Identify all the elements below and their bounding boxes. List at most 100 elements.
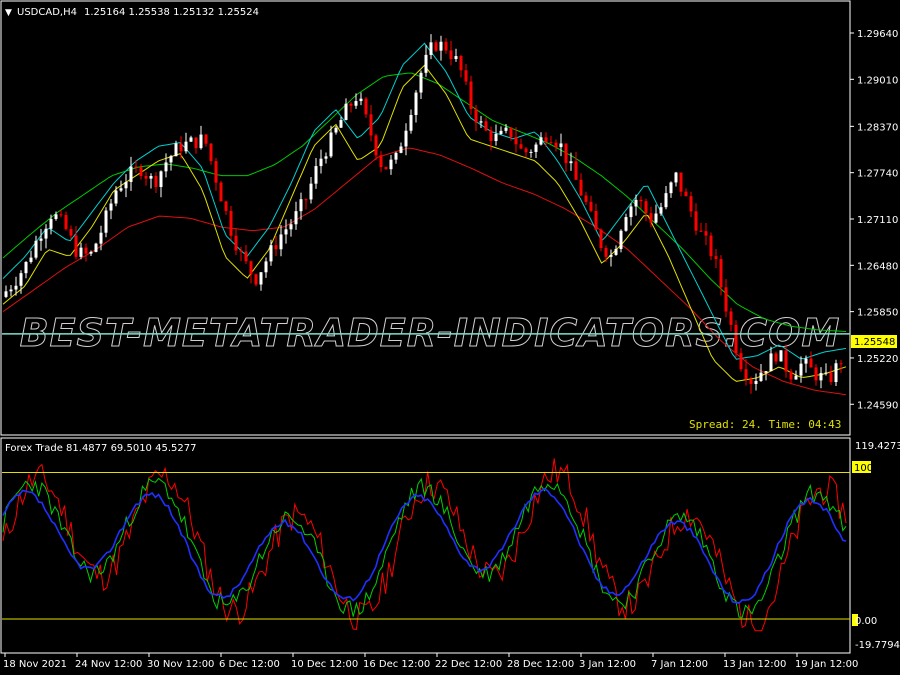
bear-candle <box>734 324 738 354</box>
price-tick-label: 1.27110 <box>857 215 898 226</box>
bull-candle <box>779 350 783 362</box>
bull-candle <box>634 199 638 207</box>
bear-candle <box>214 161 218 183</box>
bear-candle <box>59 214 63 216</box>
bear-candle <box>729 311 733 325</box>
bull-candle <box>354 101 358 106</box>
bear-candle <box>584 195 588 202</box>
oscillator-lines <box>2 458 847 632</box>
bear-candle <box>604 248 608 257</box>
bear-candle <box>744 369 748 380</box>
bear-candle <box>809 358 813 368</box>
bull-candle <box>24 261 28 274</box>
bear-candle <box>229 210 233 236</box>
bull-candle <box>269 245 273 262</box>
bear-candle <box>554 142 558 148</box>
bull-candle <box>794 375 798 380</box>
bear-candle <box>579 179 583 196</box>
bull-candle <box>624 217 628 231</box>
price-tick-label: 1.24590 <box>857 400 898 411</box>
bull-candle <box>824 372 828 374</box>
bull-candle <box>29 257 33 262</box>
bear-candle <box>444 41 448 51</box>
bull-candle <box>39 238 43 241</box>
bear-candle <box>209 143 213 162</box>
bull-candle <box>314 166 318 184</box>
bull-candle <box>174 143 178 157</box>
bull-candle <box>609 254 613 257</box>
bear-candle <box>154 175 158 188</box>
watermark-layer: BEST-METATRADER-INDICATORS.COM <box>19 311 840 356</box>
bull-candle <box>259 272 263 285</box>
bear-candle <box>784 350 788 372</box>
bull-candle <box>104 210 108 233</box>
bull-candle <box>149 175 153 179</box>
bull-candle <box>284 229 288 235</box>
time-tick-label: 19 Jan 12:00 <box>795 659 858 670</box>
bull-candle <box>329 132 333 157</box>
bull-candle <box>629 206 633 218</box>
bull-candle <box>399 146 403 153</box>
bull-candle <box>409 114 413 131</box>
bear-candle <box>84 247 88 254</box>
bull-candle <box>414 92 418 115</box>
bull-candle <box>109 203 113 211</box>
bear-candle <box>589 201 593 211</box>
bull-candle <box>389 159 393 170</box>
bear-candle <box>774 353 778 362</box>
bear-candle <box>719 259 723 288</box>
time-tick-label: 22 Dec 12:00 <box>435 659 502 670</box>
bull-candle <box>754 380 758 384</box>
bear-candle <box>349 103 353 106</box>
bull-candle <box>89 251 93 254</box>
bear-candle <box>489 130 493 141</box>
bear-candle <box>739 353 743 370</box>
bear-candle <box>139 167 143 176</box>
bull-candle <box>44 228 48 239</box>
bull-candle <box>294 211 298 225</box>
bull-candle <box>339 120 343 128</box>
bear-candle <box>434 42 438 51</box>
bear-candle <box>544 137 548 143</box>
bull-candle <box>99 232 103 244</box>
price-tick-label: 1.28370 <box>857 122 898 133</box>
bull-candle <box>799 363 803 376</box>
bear-candle <box>474 108 478 123</box>
bear-candle <box>459 56 463 71</box>
chart-menu-arrow-icon[interactable]: ▼ <box>5 8 12 18</box>
bull-candle <box>169 156 173 163</box>
time-tick-label: 3 Jan 12:00 <box>579 659 636 670</box>
chart-canvas[interactable]: BEST-METATRADER-INDICATORS.COM 1.29640 1.… <box>0 0 900 675</box>
bull-candle <box>539 137 543 145</box>
bear-candle <box>244 251 248 262</box>
bear-candle <box>679 172 683 192</box>
current-price-value: 1.25548 <box>854 337 895 348</box>
bear-candle <box>574 161 578 180</box>
bull-candle <box>769 353 773 372</box>
bull-candle <box>674 172 678 183</box>
bull-candle <box>529 151 533 153</box>
ma-green-line <box>2 72 847 332</box>
bear-candle <box>564 143 568 164</box>
bull-candle <box>494 133 498 141</box>
bull-candle <box>264 261 268 273</box>
bear-candle <box>304 199 308 201</box>
mt4-chart-window[interactable]: BEST-METATRADER-INDICATORS.COM 1.29640 1.… <box>0 0 900 675</box>
bear-candle <box>274 245 278 250</box>
symbol-label: USDCAD,H4 <box>17 7 77 18</box>
bull-candle <box>764 371 768 373</box>
bear-candle <box>829 372 833 383</box>
osc-red-line <box>2 458 847 632</box>
time-tick-label: 7 Jan 12:00 <box>651 659 708 670</box>
bear-candle <box>839 363 843 365</box>
bull-candle <box>669 182 673 194</box>
bull-candle <box>54 214 58 219</box>
bear-candle <box>204 134 208 144</box>
bear-candle <box>254 274 258 285</box>
bull-candle <box>559 143 563 148</box>
bull-candle <box>504 127 508 131</box>
time-tick-label: 16 Dec 12:00 <box>363 659 430 670</box>
level-100-label: 100 <box>854 463 873 474</box>
bull-candle <box>569 161 573 164</box>
bull-candle <box>424 54 428 73</box>
